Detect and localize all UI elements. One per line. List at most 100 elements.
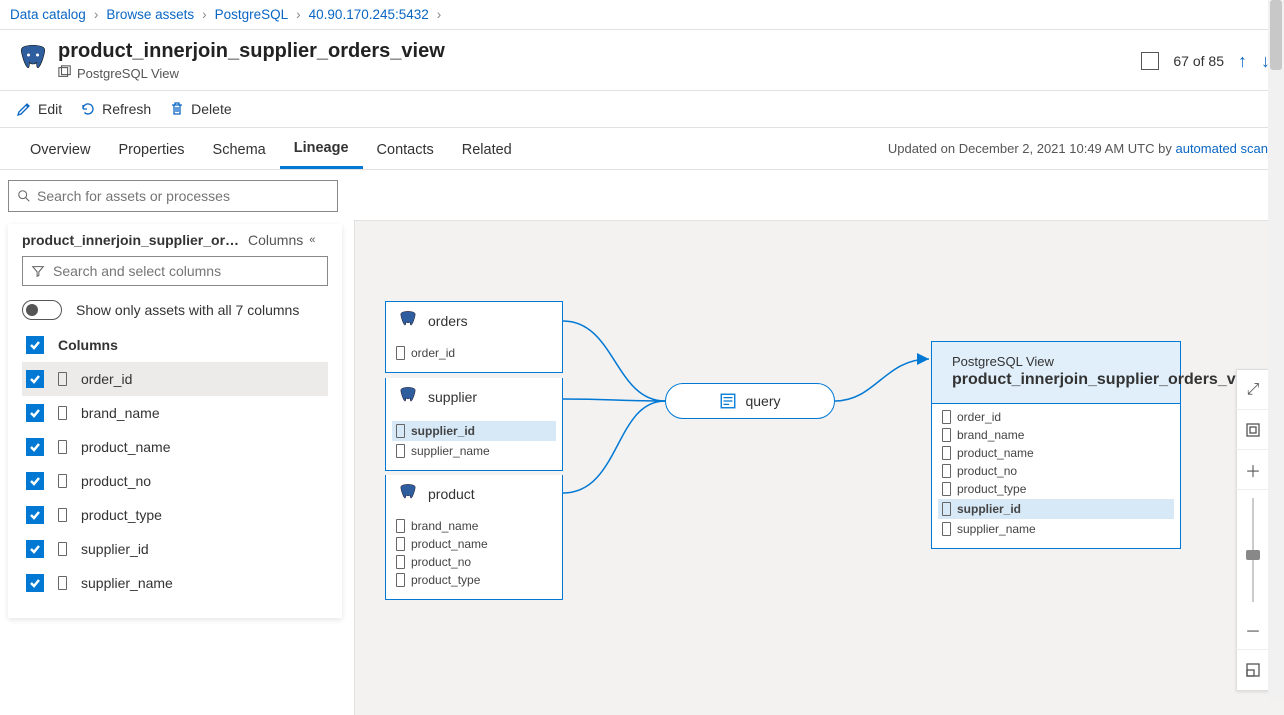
crumb-ip-address[interactable]: 40.90.170.245:5432 bbox=[309, 7, 429, 22]
page-title: product_innerjoin_supplier_orders_view bbox=[58, 40, 445, 63]
column-row[interactable]: product_type bbox=[22, 498, 328, 532]
crumb-browse-assets[interactable]: Browse assets bbox=[106, 7, 194, 22]
asset-search-input[interactable] bbox=[37, 188, 329, 204]
delete-button[interactable]: Delete bbox=[169, 101, 231, 117]
column-checkbox[interactable] bbox=[26, 404, 44, 422]
panel-columns-label: Columns bbox=[248, 232, 303, 248]
column-icon bbox=[942, 410, 951, 424]
node-col: supplier_name bbox=[957, 522, 1036, 536]
column-icon bbox=[58, 372, 67, 386]
tab-properties[interactable]: Properties bbox=[104, 130, 198, 168]
column-icon bbox=[396, 424, 405, 438]
chevron-right-icon: › bbox=[92, 7, 101, 22]
lineage-node-supplier[interactable]: supplier supplier_id supplier_name bbox=[385, 378, 563, 471]
asset-search[interactable] bbox=[8, 180, 338, 212]
node-col: product_no bbox=[411, 555, 471, 569]
column-name: product_name bbox=[81, 439, 171, 455]
column-checkbox[interactable] bbox=[26, 472, 44, 490]
column-icon bbox=[942, 428, 951, 442]
tab-lineage[interactable]: Lineage bbox=[280, 128, 363, 169]
breadcrumb: Data catalog › Browse assets › PostgreSQ… bbox=[0, 0, 1284, 30]
column-row[interactable]: product_no bbox=[22, 464, 328, 498]
column-icon bbox=[942, 464, 951, 478]
column-name: supplier_id bbox=[81, 541, 149, 557]
column-row[interactable]: brand_name bbox=[22, 396, 328, 430]
zoom-slider[interactable] bbox=[1237, 490, 1269, 610]
node-col: product_name bbox=[957, 446, 1034, 460]
collapse-icon[interactable]: « bbox=[309, 234, 315, 246]
postgresql-icon bbox=[396, 386, 420, 408]
column-row[interactable]: supplier_id bbox=[22, 532, 328, 566]
minimap-icon[interactable] bbox=[1236, 650, 1270, 690]
scrollbar[interactable] bbox=[1268, 0, 1284, 701]
lineage-node-destination[interactable]: PostgreSQL View product_innerjoin_suppli… bbox=[931, 341, 1181, 549]
zoom-out-icon[interactable]: － bbox=[1236, 610, 1270, 650]
lineage-node-orders[interactable]: orders order_id bbox=[385, 301, 563, 373]
column-checkbox[interactable] bbox=[26, 574, 44, 592]
node-col: product_type bbox=[411, 573, 480, 587]
chevron-right-icon: › bbox=[435, 7, 444, 22]
tab-contacts[interactable]: Contacts bbox=[363, 130, 448, 168]
column-checkbox[interactable] bbox=[26, 506, 44, 524]
column-icon bbox=[58, 440, 67, 454]
node-col: supplier_name bbox=[411, 444, 490, 458]
column-icon bbox=[942, 482, 951, 496]
previous-arrow-icon[interactable]: ↑ bbox=[1238, 51, 1247, 72]
crumb-postgresql[interactable]: PostgreSQL bbox=[215, 7, 289, 22]
node-col: brand_name bbox=[957, 428, 1024, 442]
column-checkbox[interactable] bbox=[26, 540, 44, 558]
postgresql-icon bbox=[396, 310, 420, 332]
tab-schema[interactable]: Schema bbox=[199, 130, 280, 168]
show-all-columns-toggle[interactable] bbox=[22, 300, 62, 320]
panel-title: product_innerjoin_supplier_orders_v… bbox=[22, 232, 242, 248]
tab-related[interactable]: Related bbox=[448, 130, 526, 168]
select-checkbox[interactable] bbox=[1141, 52, 1159, 70]
column-icon bbox=[58, 508, 67, 522]
column-checkbox[interactable] bbox=[26, 370, 44, 388]
column-row[interactable]: product_name bbox=[22, 430, 328, 464]
column-icon bbox=[396, 519, 405, 533]
zoom-toolbar: ⤢ ＋ － bbox=[1236, 369, 1270, 691]
refresh-icon bbox=[80, 101, 96, 117]
asset-subtype: PostgreSQL View bbox=[77, 66, 179, 81]
node-col: supplier_id bbox=[411, 424, 475, 438]
zoom-in-icon[interactable]: ＋ bbox=[1236, 450, 1270, 490]
lineage-node-product[interactable]: product brand_name product_name product_… bbox=[385, 475, 563, 600]
trash-icon bbox=[169, 101, 185, 117]
column-filter[interactable] bbox=[22, 256, 328, 286]
node-col: order_id bbox=[957, 410, 1001, 424]
lineage-canvas[interactable]: orders order_id supplier supplier_id sup… bbox=[354, 220, 1284, 715]
dest-title: product_innerjoin_supplier_orders_view bbox=[952, 369, 1261, 391]
columns-header-label: Columns bbox=[58, 337, 118, 353]
query-label: query bbox=[745, 393, 780, 409]
postgresql-icon bbox=[396, 483, 420, 505]
tab-overview[interactable]: Overview bbox=[16, 130, 104, 168]
column-row[interactable]: order_id bbox=[22, 362, 328, 396]
action-bar: Edit Refresh Delete bbox=[0, 91, 1284, 128]
scroll-thumb[interactable] bbox=[1270, 0, 1282, 70]
column-icon bbox=[942, 522, 951, 536]
chevron-right-icon: › bbox=[294, 7, 303, 22]
column-icon bbox=[942, 502, 951, 516]
fit-icon[interactable] bbox=[1236, 410, 1270, 450]
node-title: orders bbox=[428, 313, 468, 329]
fullscreen-icon[interactable]: ⤢ bbox=[1236, 370, 1270, 410]
select-all-checkbox[interactable] bbox=[26, 336, 44, 354]
column-icon bbox=[396, 346, 405, 360]
column-checkbox[interactable] bbox=[26, 438, 44, 456]
column-icon bbox=[58, 576, 67, 590]
scan-source-link[interactable]: automated scan bbox=[1175, 141, 1268, 156]
chevron-right-icon: › bbox=[200, 7, 209, 22]
column-filter-input[interactable] bbox=[53, 263, 319, 279]
column-list: Columns order_id brand_name bbox=[22, 328, 328, 600]
view-icon bbox=[58, 65, 72, 82]
columns-panel: product_innerjoin_supplier_orders_v… Col… bbox=[0, 220, 350, 715]
lineage-node-query[interactable]: query bbox=[665, 383, 835, 419]
column-name: order_id bbox=[81, 371, 132, 387]
refresh-button[interactable]: Refresh bbox=[80, 101, 151, 117]
column-name: product_no bbox=[81, 473, 151, 489]
crumb-data-catalog[interactable]: Data catalog bbox=[10, 7, 86, 22]
column-row[interactable]: supplier_name bbox=[22, 566, 328, 600]
column-icon bbox=[58, 542, 67, 556]
edit-button[interactable]: Edit bbox=[16, 101, 62, 117]
